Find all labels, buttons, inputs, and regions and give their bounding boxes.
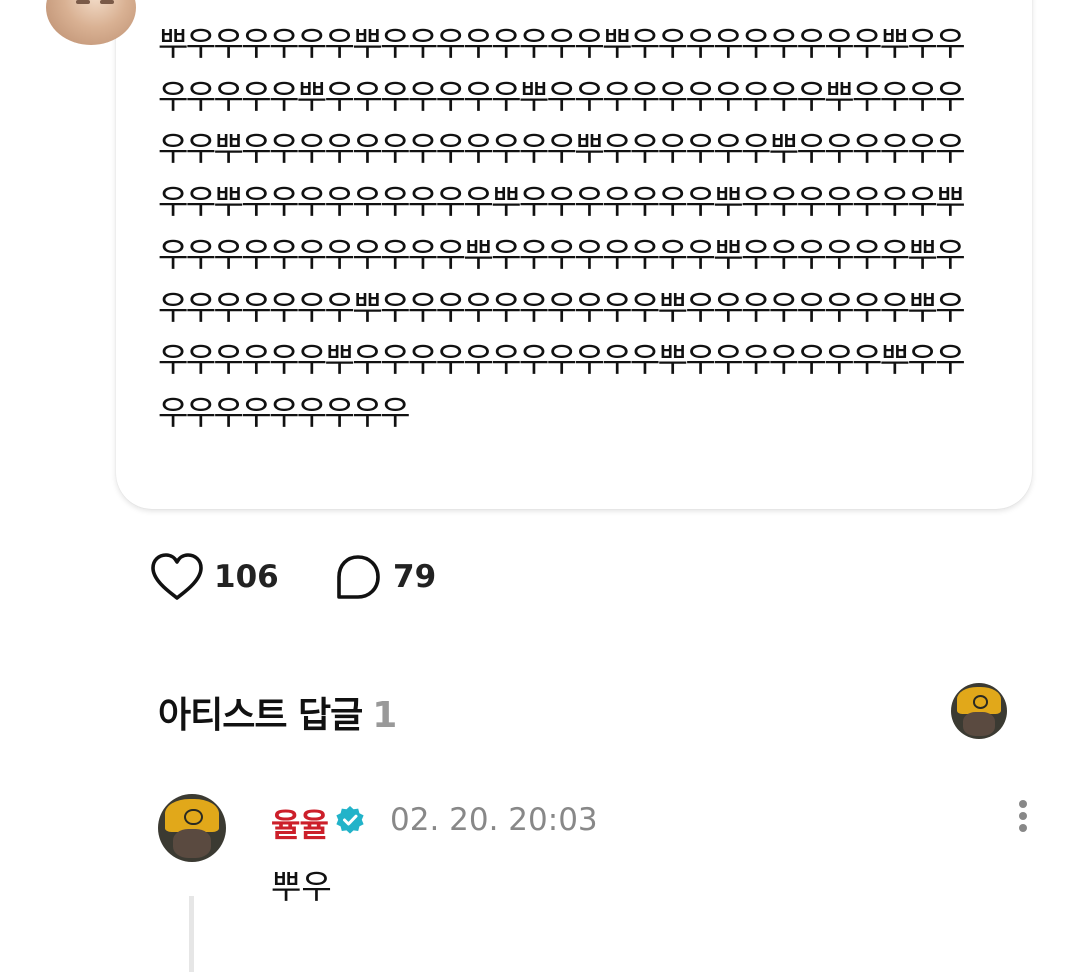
more-vertical-icon — [1019, 800, 1027, 808]
like-count: 106 — [214, 559, 279, 595]
avatar-detail — [956, 687, 1002, 715]
avatar-detail — [164, 799, 220, 833]
comment-count: 79 — [393, 559, 437, 595]
more-vertical-icon — [1019, 812, 1027, 820]
comment-author-avatar[interactable] — [158, 794, 226, 862]
more-options-button[interactable] — [1008, 798, 1038, 834]
more-vertical-icon — [1019, 824, 1027, 832]
comment-body-text: 뿌우 — [271, 867, 332, 906]
artist-avatar-small[interactable] — [951, 683, 1007, 739]
avatar-detail — [76, 0, 90, 4]
artist-replies-heading: 아티스트 답글 1 — [158, 686, 397, 738]
reply-thread-line — [189, 896, 194, 972]
verified-badge-icon — [336, 806, 364, 834]
avatar-detail — [100, 0, 114, 4]
avatar-detail — [172, 829, 212, 858]
avatar-detail — [963, 712, 995, 736]
comment-author-name[interactable]: 율율 — [271, 800, 329, 846]
like-button[interactable]: 106 — [150, 552, 279, 602]
comment-timestamp: 02. 20. 20:03 — [390, 802, 598, 838]
speech-bubble-icon — [337, 555, 380, 599]
section-count: 1 — [372, 695, 397, 736]
post-body-text: 뿌우우우우우우뿌우우우우우우우우뿌우우우우우우우우우뿌우우우우우우우뿌우우우우우… — [158, 24, 966, 432]
heart-outline-icon — [151, 553, 203, 600]
comment-button[interactable]: 79 — [333, 552, 436, 602]
section-title-text: 아티스트 답글 — [158, 695, 363, 736]
